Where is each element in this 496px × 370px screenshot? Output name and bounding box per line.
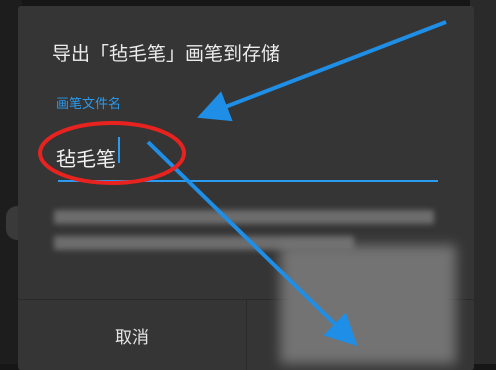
brush-filename-label: 画笔文件名 — [56, 97, 122, 112]
brush-filename-input[interactable] — [48, 130, 446, 184]
text-caret — [118, 137, 120, 163]
input-underline — [58, 180, 438, 182]
blurred-confirm-area — [280, 245, 456, 364]
cancel-button[interactable]: 取消 — [18, 300, 246, 370]
dialog-title: 导出「毡毛笔」画笔到存储 — [52, 43, 281, 65]
